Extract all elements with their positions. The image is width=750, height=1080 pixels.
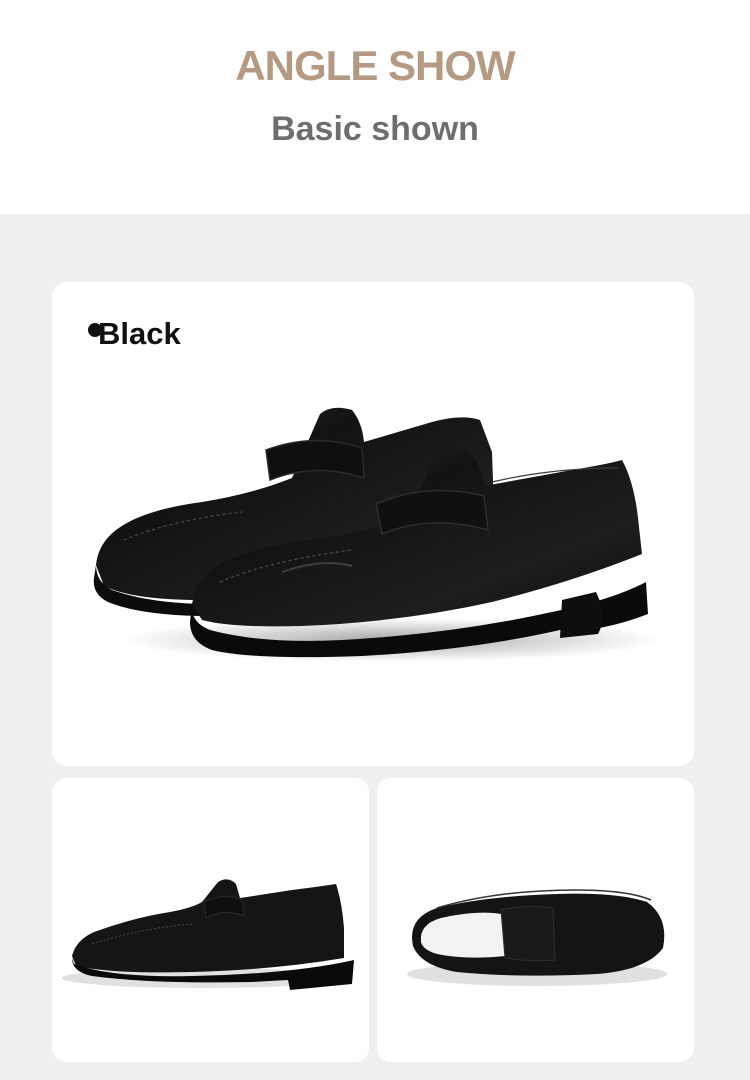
side-view-card[interactable] bbox=[52, 778, 369, 1062]
page-title: ANGLE SHOW bbox=[235, 42, 515, 89]
product-gallery: Black bbox=[0, 214, 750, 1080]
main-product-card[interactable]: Black bbox=[52, 282, 694, 766]
top-view-card[interactable] bbox=[377, 778, 694, 1062]
page-subtitle: Basic shown bbox=[271, 110, 479, 148]
single-loafer-side-image bbox=[62, 879, 354, 990]
header: ANGLE SHOW Basic shown bbox=[0, 0, 750, 214]
pair-of-loafers-image bbox=[93, 407, 662, 662]
single-loafer-top-image bbox=[407, 889, 667, 986]
